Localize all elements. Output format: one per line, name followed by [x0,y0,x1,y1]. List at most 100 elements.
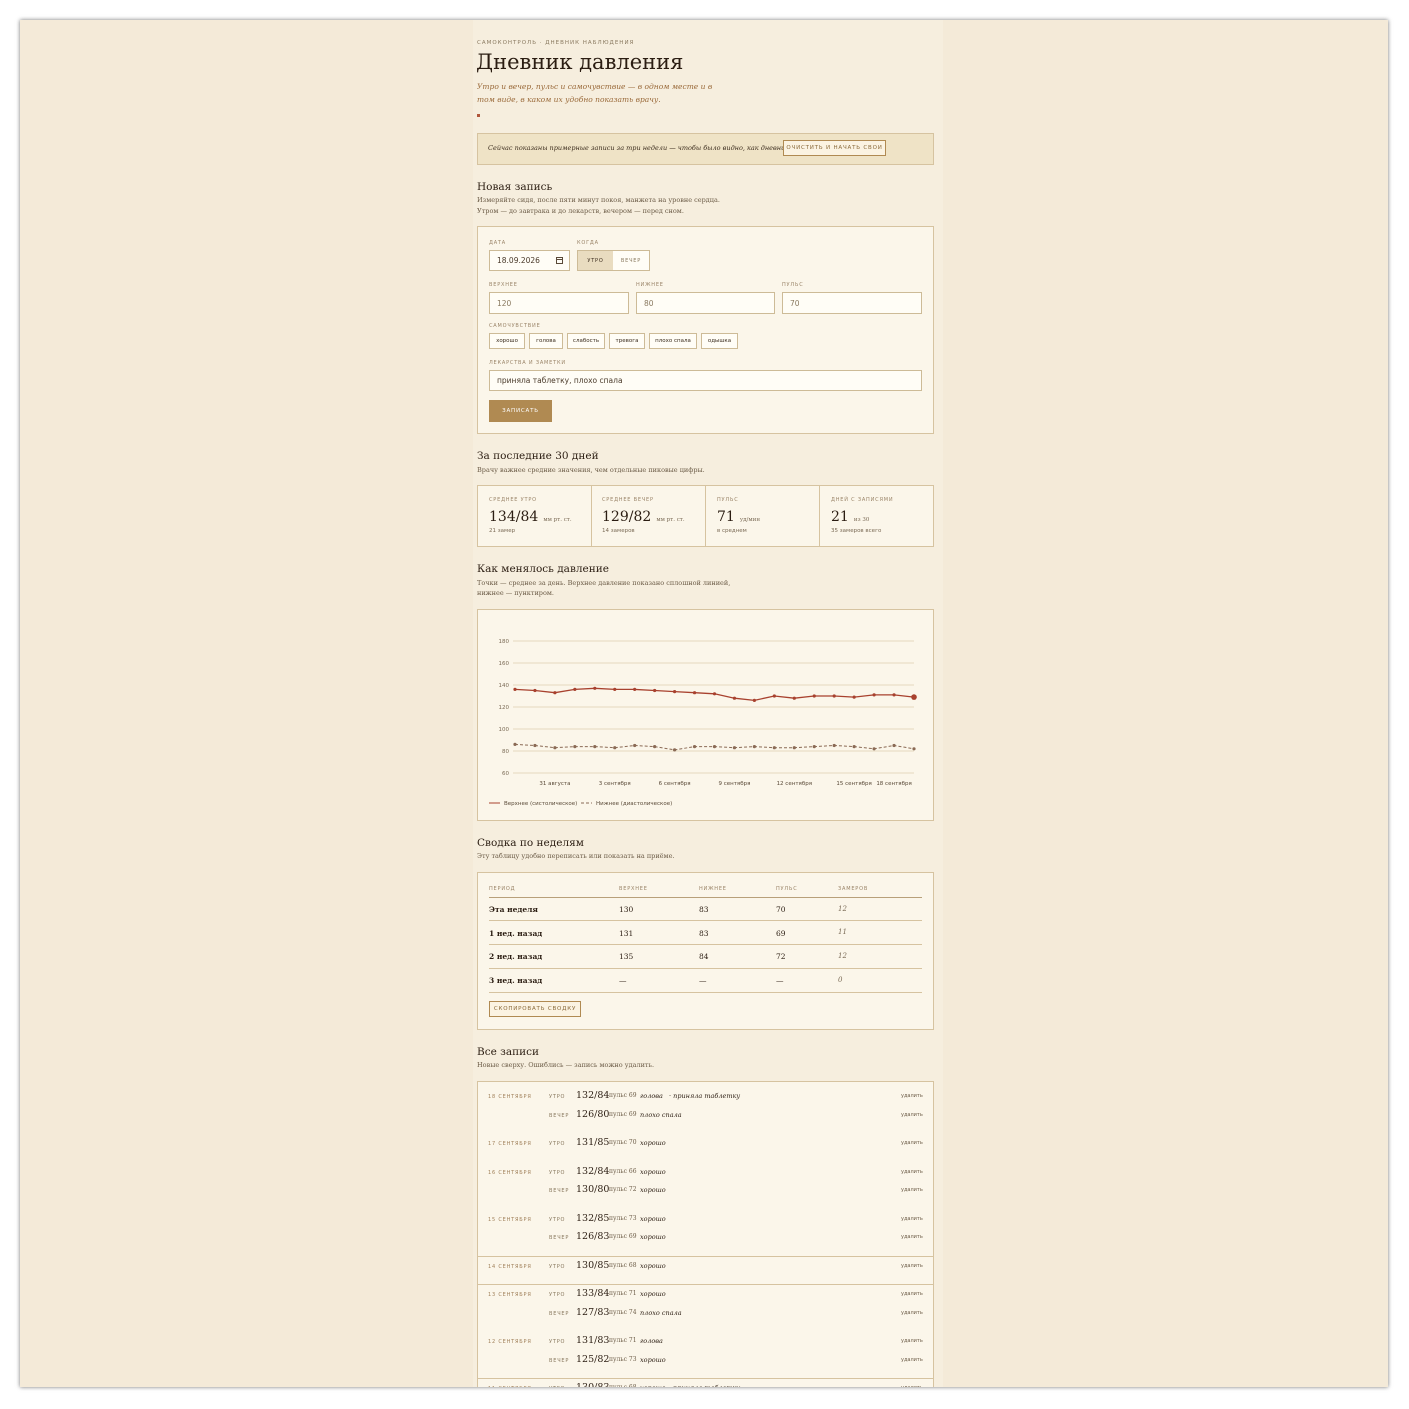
calendar-icon[interactable] [556,257,563,264]
delete-link[interactable]: удалить [901,1385,923,1387]
new-entry-hint-2: Утром — до завтрака и до лекарств, вечер… [477,207,684,215]
stat-value: 134/84 [489,509,539,525]
when-toggle: Утро Вечер [577,250,650,271]
delete-link[interactable]: удалить [901,1093,923,1099]
feeling-chip-breathless[interactable]: одышка [701,333,738,349]
entry-time: утро [549,1141,566,1147]
y-tick-label: 60 [502,771,509,777]
y-tick-label: 160 [499,661,510,667]
entry-pressure: 132/85 [576,1212,610,1224]
diastolic-point [872,747,876,751]
cell-count: 11 [838,928,847,936]
x-tick-label: 12 сентября [777,781,812,787]
cell-diastolic: 84 [699,952,709,961]
delete-link[interactable]: удалить [901,1310,923,1316]
systolic-point [633,687,637,691]
delete-link[interactable]: удалить [901,1338,923,1344]
diastolic-point [832,743,836,748]
diastolic-point [812,745,816,749]
entry-time: утро [549,1216,566,1223]
when-evening-option[interactable]: Вечер [613,251,649,270]
diastolic-point [513,742,517,746]
systolic-point [692,691,697,695]
entry-feeling: голова [640,1092,663,1100]
feeling-chip-weakness[interactable]: слабость [567,333,605,349]
legend-label: Нижнее (диастолическое) [596,801,672,807]
new-entry-hint-1: Измеряйте сидя, после пяти минут покоя, … [477,196,720,204]
stat-label: Среднее утро [489,497,537,503]
systolic-point [911,694,917,700]
diastolic-point [772,746,776,750]
feeling-chip-anxiety[interactable]: тревога [609,333,645,349]
delete-link[interactable]: удалить [901,1169,923,1175]
entry-date: 15 сентября [488,1216,532,1223]
entry-pulse: пульс 71 [609,1337,637,1344]
systolic-point [712,692,717,696]
cell-period: Эта неделя [489,905,538,914]
cell-diastolic: — [699,976,707,985]
copy-summary-button[interactable]: Скопировать сводку [489,1001,581,1017]
delete-link[interactable]: удалить [901,1140,923,1146]
stats-card: Среднее утро 134/84 мм рт. ст. 21 замер … [477,485,934,547]
delete-link[interactable]: удалить [901,1112,923,1118]
feeling-chip-headache[interactable]: голова [529,333,563,349]
delete-link[interactable]: удалить [901,1187,923,1193]
stat-note: 14 замеров [602,528,635,534]
entry-pulse: пульс 69 [609,1110,637,1118]
stat-note: 35 замеров всего [831,528,882,534]
delete-link[interactable]: удалить [901,1291,923,1297]
x-tick-label: 18 сентября [876,781,911,787]
pulse-input[interactable]: 70 [782,292,922,314]
x-tick-label: 3 сентября [599,781,631,787]
delete-link[interactable]: удалить [901,1216,923,1222]
systolic-point [573,687,577,691]
diastolic-point [912,747,916,751]
entry-feeling: хорошо [640,1214,666,1223]
delete-link[interactable]: удалить [901,1263,923,1269]
col-systolic: Верхнее [619,886,648,892]
main-column: самоконтроль · дневник наблюдения Дневни… [473,20,943,1387]
diastolic-point [533,743,537,748]
systolic-point [732,696,737,700]
entry-feeling: хорошо [640,1261,666,1270]
stat-value: 129/82 [602,509,652,525]
stat-unit: из 30 [853,517,870,523]
stat-pulse: Пульс 71 уд/мин в среднем [706,486,820,546]
cell-pulse: 69 [776,929,786,938]
weekly-subtitle: Эту таблицу удобно переписать или показа… [477,852,675,860]
delete-link[interactable]: удалить [901,1234,923,1240]
clear-demo-button[interactable]: Очистить и начать свои [783,140,886,156]
submit-button[interactable]: Записать [489,400,552,422]
col-count: Замеров [838,886,869,892]
when-morning-option[interactable]: Утро [578,251,613,270]
date-input[interactable]: 18.09.2026 [489,250,570,271]
entry-time: утро [549,1169,566,1176]
delete-link[interactable]: удалить [901,1357,923,1363]
entry-pulse: пульс 73 [609,1214,637,1222]
stat-note: 21 замер [489,528,516,534]
stat-value-row: 71 уд/мин [717,506,760,525]
table-header-rule [489,897,922,898]
page-eyebrow: самоконтроль · дневник наблюдения [477,40,635,46]
systolic-input[interactable]: 120 [489,292,629,314]
stat-value-row: 129/82 мм рт. ст. [602,506,685,525]
entry-pressure: 133/84 [576,1288,610,1299]
cell-count: 12 [838,905,847,913]
entry-pressure: 127/83 [576,1306,610,1318]
x-tick-label: 6 сентября [659,781,691,787]
y-tick-label: 140 [499,683,510,689]
feeling-chip-good[interactable]: хорошо [489,333,525,349]
cell-count: 0 [838,976,843,984]
diastolic-input[interactable]: 80 [636,292,775,314]
notes-input[interactable]: приняла таблетку, плохо спала [489,370,922,391]
stat-unit: мм рт. ст. [656,517,685,523]
weekly-title: Сводка по неделям [477,837,584,849]
entry-pressure: 130/80 [576,1184,610,1195]
x-tick-label: 9 сентября [718,781,750,787]
row-divider [489,944,922,945]
entry-feeling: плохо спала [640,1110,682,1119]
diastolic-point [593,745,597,749]
feeling-chip-bad-sleep[interactable]: плохо спала [649,333,697,349]
entry-feeling: голова [640,1337,663,1345]
stat-value-row: 134/84 мм рт. ст. [489,506,572,525]
